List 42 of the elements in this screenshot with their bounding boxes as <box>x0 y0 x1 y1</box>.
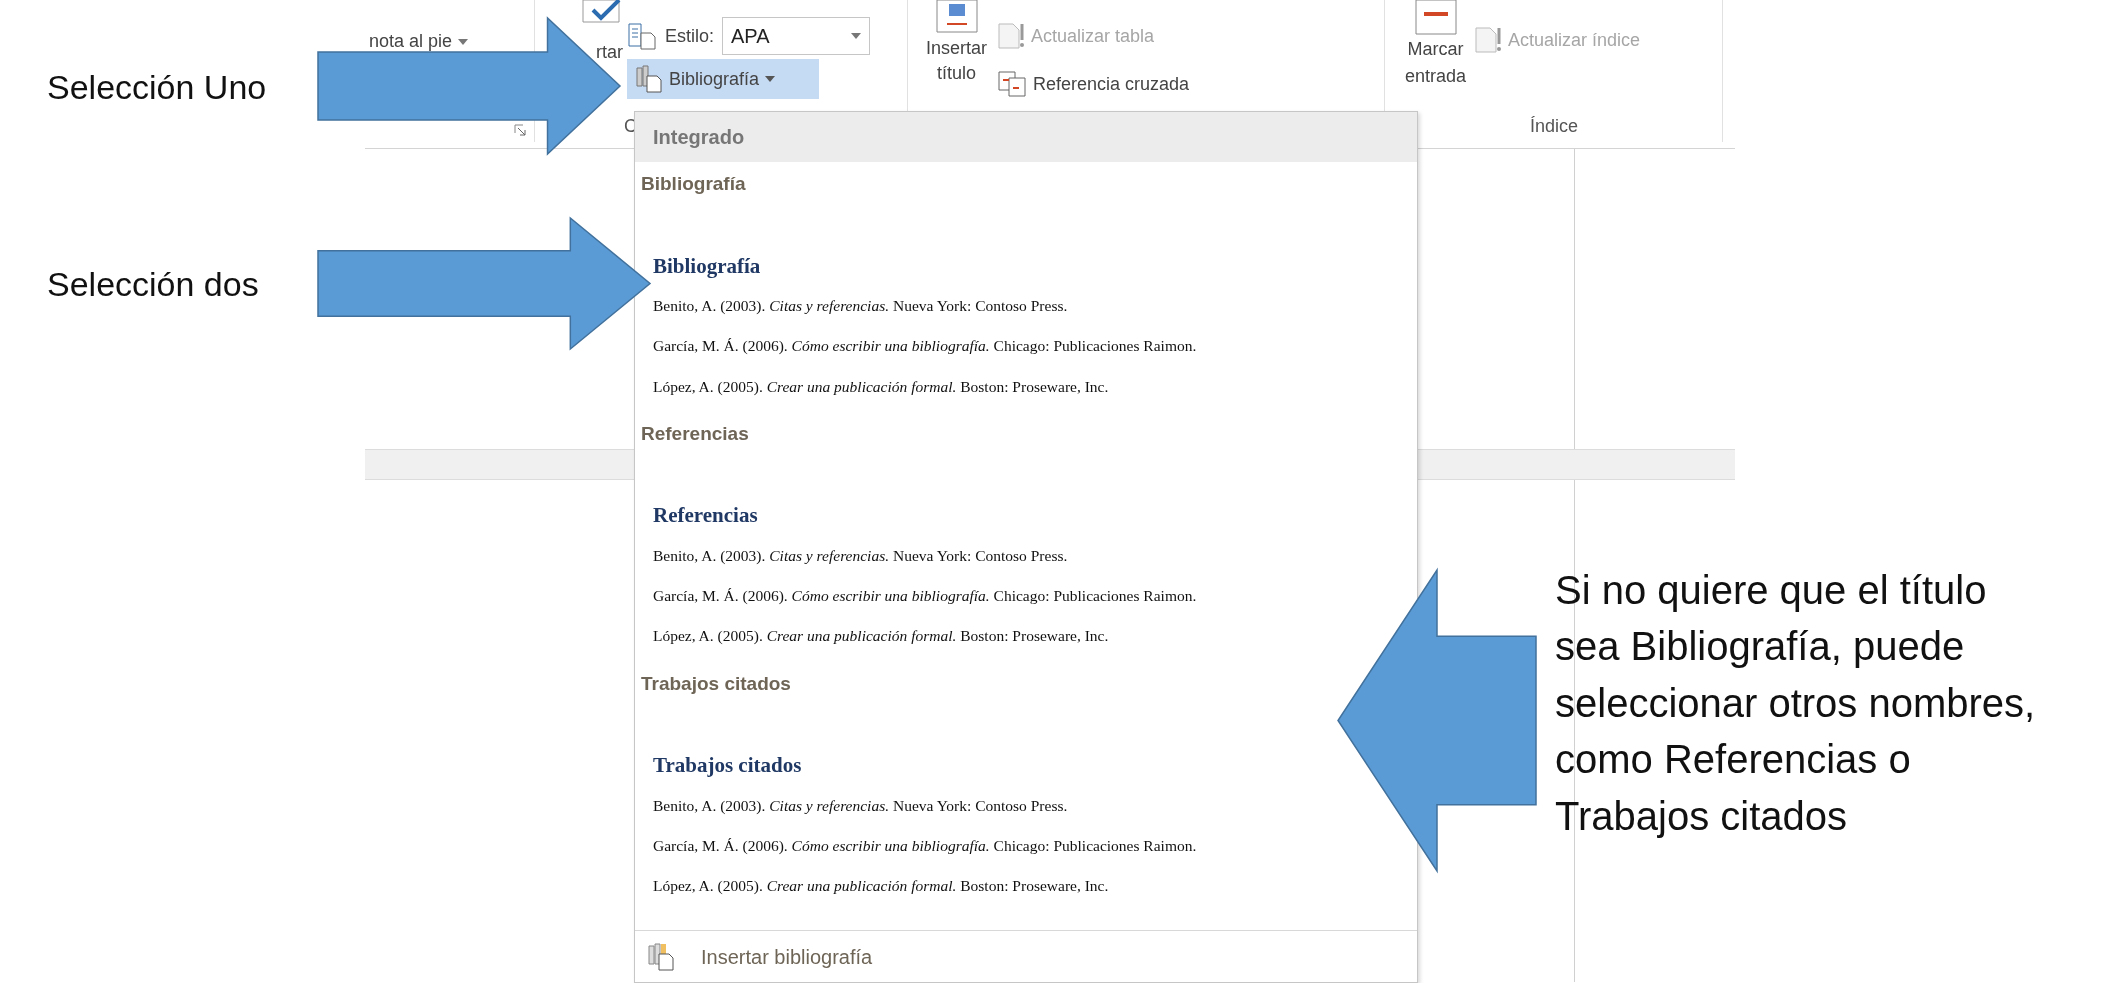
footnote-dropdown-label[interactable]: nota al pie <box>369 28 453 55</box>
mark-entry-icon <box>1413 0 1458 36</box>
checkmark-icon <box>579 0 623 24</box>
menu-section-header: Integrado <box>653 125 745 150</box>
preview-entry: López, A. (2005). Crear una publicación formal. Boston: Proseware, Inc. <box>653 376 1110 397</box>
style-icon <box>627 21 657 51</box>
preview-entry: García, M. Á. (2006). Cómo escribir una bibliografía. Chicago: Publicaciones Raimon. <box>653 336 1198 357</box>
group-label: Índice <box>1530 115 1579 138</box>
bibliography-icon <box>647 941 675 972</box>
preview-entry: Benito, A. (2003). Citas y referencias. Nueva York: Contoso Press. <box>653 545 1069 566</box>
bibliography-button[interactable]: Bibliografía <box>627 59 819 99</box>
insert-caption-button[interactable]: Insertar título <box>908 0 998 85</box>
callout-text: Selección Uno <box>47 67 267 108</box>
preview-entry: García, M. Á. (2006). Cómo escribir una bibliografía. Chicago: Publicaciones Raimon. <box>653 835 1198 856</box>
gallery-item-label: Trabajos citados <box>640 671 792 696</box>
cross-reference-icon <box>997 70 1028 98</box>
gallery-item-label: Referencias <box>640 421 750 446</box>
dropdown-caret-icon <box>765 76 776 82</box>
style-label: Estilo: <box>665 24 715 48</box>
document-exclamation-icon <box>1474 26 1503 54</box>
preview-entry: López, A. (2005). Crear una publicación formal. Boston: Proseware, Inc. <box>653 626 1110 647</box>
document-exclamation-icon <box>997 22 1026 50</box>
caption-icon <box>934 0 979 34</box>
dropdown-caret-icon <box>851 33 862 39</box>
insert-bibliography-item[interactable]: Insertar bibliografía <box>635 930 1417 982</box>
preview-entry: Benito, A. (2003). Citas y referencias. Nueva York: Contoso Press. <box>653 296 1069 316</box>
insert-button-label[interactable]: rtar <box>596 38 623 67</box>
style-dropdown[interactable]: APA <box>722 17 871 55</box>
bibliography-icon <box>635 64 663 94</box>
preview-entry: Benito, A. (2003). Citas y referencias. Nueva York: Contoso Press. <box>653 795 1069 816</box>
preview-heading: Trabajos citados <box>653 752 803 779</box>
callout-text: Si no quiere que el título sea Bibliografía, puede seleccionar otros nombres, como Referencias o Trabajos citados <box>1555 567 2037 840</box>
preview-heading: Referencias <box>653 502 759 530</box>
dropdown-caret-icon <box>458 38 469 45</box>
dialog-launcher-icon <box>514 124 526 136</box>
mark-entry-button[interactable]: Marcar entrada <box>1385 0 1475 90</box>
preview-entry: López, A. (2005). Crear una publicación formal. Boston: Proseware, Inc. <box>653 876 1110 896</box>
preview-entry: García, M. Á. (2006). Cómo escribir una bibliografía. Chicago: Publicaciones Raimon. <box>653 586 1198 606</box>
preview-heading: Bibliografía <box>653 252 762 280</box>
callout-text: Selección dos <box>47 264 259 305</box>
cross-reference-button[interactable]: Referencia cruzada <box>997 70 1190 98</box>
gallery-item-label: Bibliografía <box>640 172 747 196</box>
